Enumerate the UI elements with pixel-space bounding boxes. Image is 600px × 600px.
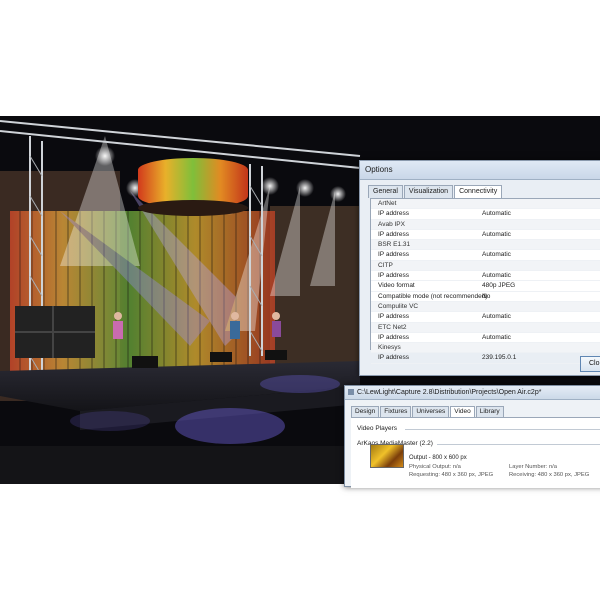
options-tabs: General Visualization Connectivity <box>368 185 503 199</box>
tab-universes[interactable]: Universes <box>412 406 450 417</box>
property-row[interactable]: IP address 239.195.0.1 <box>371 353 600 364</box>
property-name: IP address <box>378 333 409 341</box>
protocol-category[interactable]: ETC Net2 <box>371 322 600 333</box>
property-name: IP address <box>378 210 409 218</box>
tab-general[interactable]: General <box>368 185 403 198</box>
video-tab-content: Video Players ArKaos MediaMaster (2.2) O… <box>351 417 600 488</box>
property-name: IP address <box>378 354 409 362</box>
tab-visualization[interactable]: Visualization <box>403 185 454 198</box>
capture-title-bar: C:\LewLight\Capture 2.8\Distribution\Pro… <box>345 386 600 400</box>
property-row[interactable]: IP address Automatic <box>371 230 600 241</box>
property-value[interactable]: Automatic <box>482 271 511 280</box>
layer-number: Layer Number: n/a <box>509 464 558 470</box>
capture-title: C:\LewLight\Capture 2.8\Distribution\Pro… <box>357 389 542 396</box>
property-name: IP address <box>378 251 409 259</box>
capture-tabs: Design Fixtures Universes Video Library <box>351 406 505 420</box>
requesting-format: Requesting: 480 x 360 px, JPEG <box>409 472 494 478</box>
property-name: IP address <box>378 313 409 321</box>
protocol-category[interactable]: Compulite VC <box>371 301 600 313</box>
property-value[interactable]: No <box>482 292 490 301</box>
property-name: IP address <box>378 272 409 280</box>
output-label: Output - 800 x 600 px <box>409 455 467 461</box>
protocol-category[interactable]: CITP <box>371 260 600 272</box>
protocol-category[interactable]: Avab IPX <box>371 219 600 230</box>
protocol-category[interactable]: BSR E1.31 <box>371 240 600 251</box>
property-name: Compatible mode (not recommended) <box>378 292 488 300</box>
app-icon <box>348 389 354 395</box>
property-value[interactable]: Automatic <box>482 250 511 259</box>
tab-fixtures[interactable]: Fixtures <box>380 406 412 417</box>
protocol-category[interactable]: ArtNet <box>371 199 600 210</box>
property-row[interactable]: IP address Automatic <box>371 312 600 323</box>
receiving-format: Receiving: 480 x 360 px, JPEG <box>509 472 590 478</box>
property-value[interactable]: 239.195.0.1 <box>482 353 516 362</box>
property-row[interactable]: IP address Automatic <box>371 209 600 220</box>
property-row[interactable]: Video format 480p JPEG <box>371 281 600 292</box>
section-divider <box>405 429 600 430</box>
capture-project-window: C:\LewLight\Capture 2.8\Distribution\Pro… <box>344 385 600 488</box>
connectivity-property-grid[interactable]: ArtNet IP address Automatic Avab IPX IP addr… <box>370 198 600 364</box>
player-divider <box>437 444 600 445</box>
close-button[interactable]: Clo <box>580 356 600 372</box>
video-players-heading: Video Players <box>357 425 397 432</box>
property-row[interactable]: IP address Automatic <box>371 250 600 261</box>
options-title: Options <box>360 161 600 180</box>
property-name: Video format <box>378 282 415 290</box>
property-row[interactable]: IP address Automatic <box>371 333 600 344</box>
tab-connectivity[interactable]: Connectivity <box>454 185 503 199</box>
property-row[interactable]: Compatible mode (not recommended) No <box>371 292 600 302</box>
tab-design[interactable]: Design <box>351 406 380 417</box>
options-dialog: Options General Visualization Connectivi… <box>359 160 600 376</box>
video-output-thumbnail <box>370 444 404 468</box>
property-value[interactable]: Automatic <box>482 209 511 218</box>
property-name: IP address <box>378 230 409 238</box>
tab-library[interactable]: Library <box>475 406 504 417</box>
property-value[interactable]: 480p JPEG <box>482 281 515 290</box>
property-value[interactable]: Automatic <box>482 312 511 321</box>
property-row[interactable]: IP address Automatic <box>371 271 600 282</box>
property-value[interactable]: Automatic <box>482 230 511 239</box>
protocol-category[interactable]: Kinesys <box>371 343 600 354</box>
physical-output: Physical Output: n/a <box>409 464 461 470</box>
property-value[interactable]: Automatic <box>482 333 511 342</box>
